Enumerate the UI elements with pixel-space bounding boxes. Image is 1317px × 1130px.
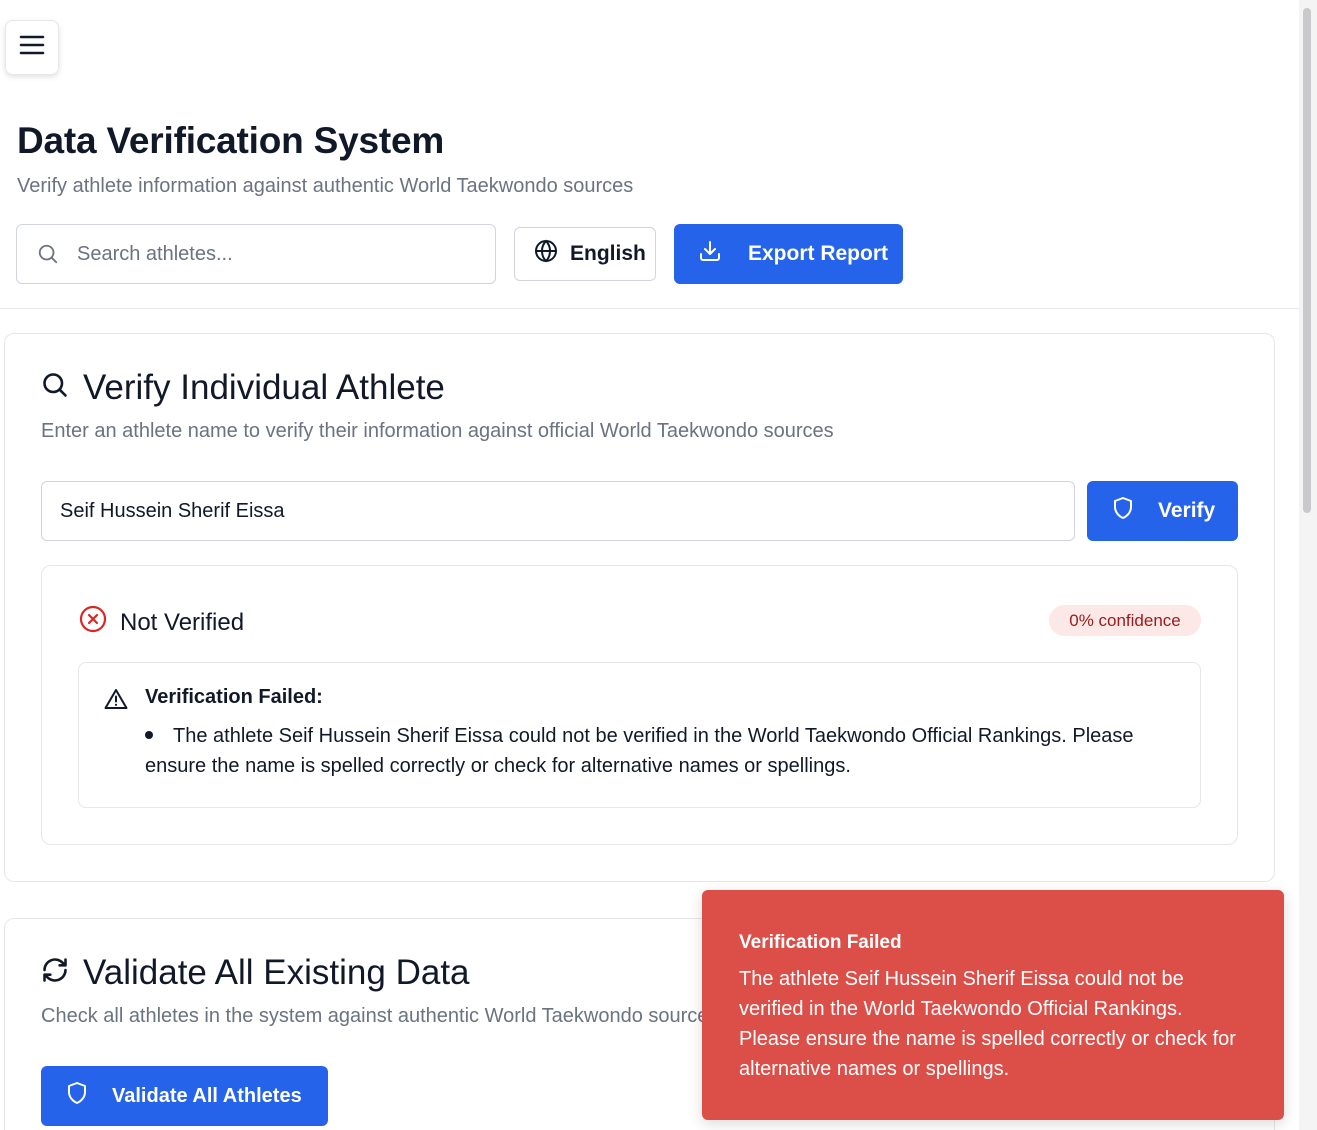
verification-status: Not Verified <box>79 605 244 640</box>
search-field[interactable] <box>16 224 496 284</box>
download-icon <box>698 239 722 269</box>
refresh-icon <box>41 953 69 993</box>
verify-card-title: Verify Individual Athlete <box>41 368 445 408</box>
alert-item-text: The athlete Seif Hussein Sherif Eissa co… <box>145 725 1134 777</box>
menu-button[interactable] <box>5 20 59 75</box>
menu-icon <box>19 34 45 61</box>
export-report-label: Export Report <box>748 242 889 265</box>
confidence-badge: 0% confidence <box>1049 605 1201 636</box>
verify-button[interactable]: Verify <box>1087 481 1238 541</box>
validate-card-title: Validate All Existing Data <box>41 953 470 993</box>
athlete-name-field[interactable] <box>41 481 1075 541</box>
error-toast[interactable]: Verification Failed The athlete Seif Hus… <box>702 890 1284 1120</box>
shield-icon <box>1112 496 1134 526</box>
scrollbar-thumb[interactable] <box>1303 8 1311 513</box>
verify-button-label: Verify <box>1158 499 1216 522</box>
toast-message: The athlete Seif Hussein Sherif Eissa co… <box>739 968 1236 1080</box>
alert-list: The athlete Seif Hussein Sherif Eissa co… <box>145 721 1175 781</box>
warning-triangle-icon <box>104 688 128 715</box>
language-label: English <box>570 242 646 265</box>
validate-card-title-text: Validate All Existing Data <box>83 953 470 992</box>
search-icon <box>41 368 69 408</box>
toast-title: Verification Failed <box>739 932 902 953</box>
alert-title: Verification Failed: <box>145 686 323 708</box>
list-item: The athlete Seif Hussein Sherif Eissa co… <box>145 721 1175 781</box>
search-icon <box>37 243 59 265</box>
validate-all-button[interactable]: Validate All Athletes <box>41 1066 328 1126</box>
globe-icon <box>534 239 558 269</box>
verification-status-text: Not Verified <box>120 608 245 636</box>
validate-card-description: Check all athletes in the system against… <box>41 1005 719 1027</box>
language-button[interactable]: English <box>514 227 656 281</box>
athlete-name-input[interactable] <box>60 499 1050 523</box>
validate-all-label: Validate All Athletes <box>112 1084 302 1107</box>
export-report-button[interactable]: Export Report <box>674 224 903 284</box>
verify-card-description: Enter an athlete name to verify their in… <box>41 420 834 442</box>
shield-icon <box>66 1081 88 1111</box>
page-subtitle: Verify athlete information against authe… <box>17 175 634 197</box>
search-input[interactable] <box>77 242 457 266</box>
verify-card-title-text: Verify Individual Athlete <box>83 368 445 407</box>
page: Data Verification System Verify athlete … <box>0 0 1317 1130</box>
x-circle-icon <box>79 605 107 640</box>
page-title: Data Verification System <box>17 120 445 161</box>
